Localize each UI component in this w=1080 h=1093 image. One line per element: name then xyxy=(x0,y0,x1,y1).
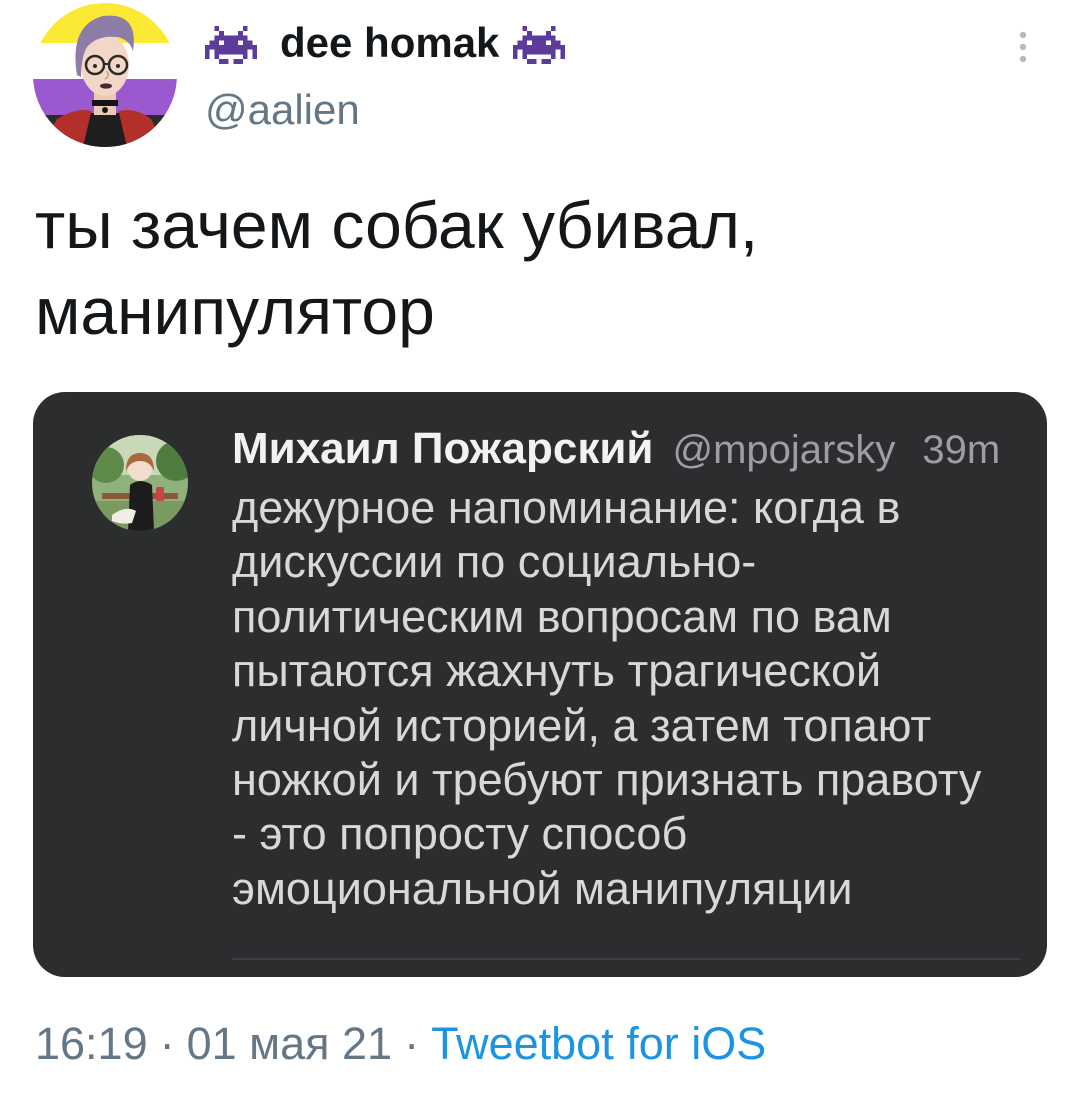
author-avatar[interactable] xyxy=(33,3,177,147)
meta-separator: · xyxy=(159,1018,175,1069)
quoted-author-name: Михаил Пожарский xyxy=(232,424,654,473)
quoted-header: Михаил Пожарский @mpojarsky 39m xyxy=(232,423,1000,476)
quoted-body-line: личной историей, а затем топают xyxy=(232,699,932,751)
alien-monster-icon xyxy=(513,26,566,64)
quoted-body-line: дискуссии по социально- xyxy=(232,536,757,588)
alien-monster-icon xyxy=(205,26,257,64)
tweet-metadata: 16:19 · 01 мая 21 · Tweetbot for iOS xyxy=(35,1018,766,1070)
more-vertical-icon[interactable] xyxy=(1016,30,1030,64)
quoted-body-line: дежурное напоминание: когда в xyxy=(232,482,901,533)
avatar-illustration xyxy=(33,3,177,147)
author-name-row: dee homak xyxy=(205,19,566,67)
quoted-body: дежурное напоминание: когда в дискуссии … xyxy=(232,481,981,916)
quoted-author-avatar xyxy=(92,435,188,531)
tweet-date: 01 мая 21 xyxy=(186,1018,393,1069)
quoted-author-handle: @mpojarsky xyxy=(672,428,896,472)
tweet-source-link[interactable]: Tweetbot for iOS xyxy=(431,1018,766,1069)
tweet-text: ты зачем собак убивал, манипулятор xyxy=(35,188,759,348)
quoted-body-line: политическим вопросам по вам xyxy=(232,590,892,642)
meta-separator: · xyxy=(404,1018,420,1069)
quoted-body-line: эмоциональной манипуляции xyxy=(232,862,853,914)
quoted-body-line: пытаются жахнуть трагической xyxy=(232,645,882,697)
quoted-body-line: - это попросту способ xyxy=(232,808,688,860)
attached-image[interactable]: Михаил Пожарский @mpojarsky 39m дежурное… xyxy=(33,392,1047,977)
author-display-name[interactable]: dee homak xyxy=(280,19,499,67)
quoted-time-ago: 39m xyxy=(922,428,1001,472)
tweet-time: 16:19 xyxy=(35,1018,148,1069)
quoted-divider xyxy=(232,958,1020,960)
author-handle[interactable]: @aalien xyxy=(205,86,360,134)
quoted-body-line: ножкой и требуют признать правоту xyxy=(232,754,982,806)
